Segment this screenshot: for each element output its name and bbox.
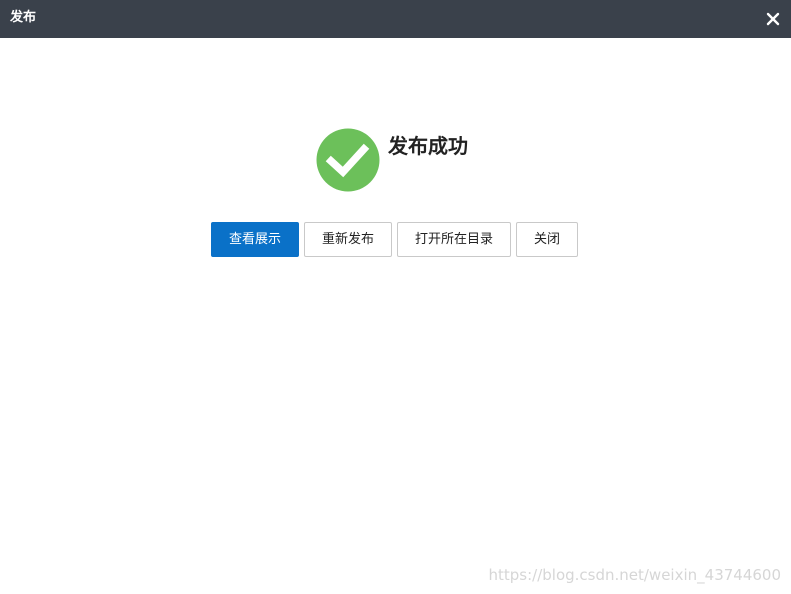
watermark: https://blog.csdn.net/weixin_43744600 [488, 566, 781, 584]
dialog-title: 发布 [10, 10, 37, 25]
view-display-button[interactable]: 查看展示 [211, 222, 299, 257]
title-bar: 发布 [0, 0, 791, 38]
open-directory-button[interactable]: 打开所在目录 [397, 222, 511, 257]
close-icon [766, 12, 780, 26]
close-dialog-button[interactable]: 关闭 [516, 222, 578, 257]
status-message: 发布成功 [388, 134, 468, 158]
check-circle-icon [316, 128, 380, 192]
close-button[interactable] [763, 9, 783, 29]
publish-status: 发布成功 [316, 128, 496, 192]
republish-button[interactable]: 重新发布 [304, 222, 392, 257]
publish-dialog: 发布 发布成功 查看展示 重新发布 打开所在目录 关闭 https://blog… [0, 0, 791, 594]
